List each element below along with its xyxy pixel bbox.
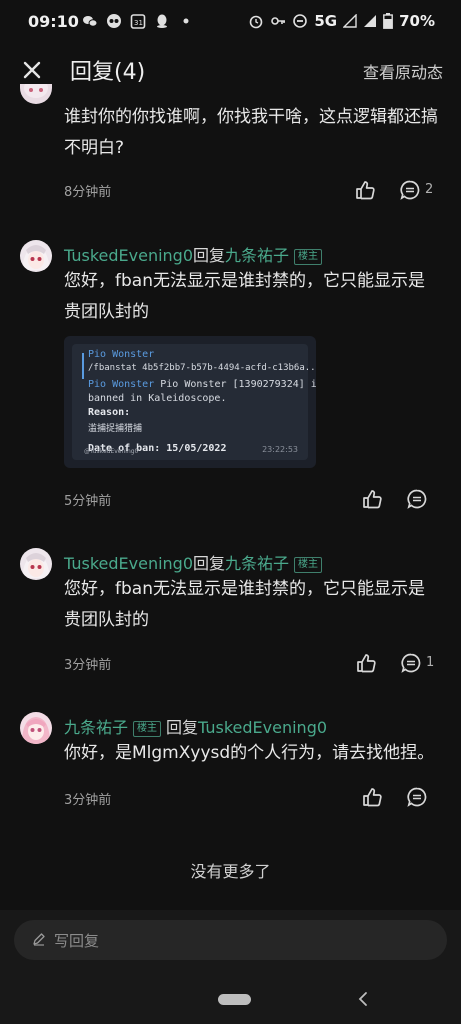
quote-bar (82, 353, 84, 379)
svg-text:31: 31 (134, 19, 143, 27)
comment-icon[interactable] (399, 179, 421, 201)
back-icon[interactable] (356, 990, 370, 1008)
avatar[interactable] (20, 712, 52, 744)
username-link[interactable]: 九条祐子 (64, 718, 128, 737)
status-bar: 09:10 31 5G 70% (0, 0, 461, 44)
calendar-icon: 31 (130, 14, 146, 29)
avatar[interactable] (20, 548, 52, 580)
reply-word: 回复 (193, 554, 226, 573)
image-message-bubble: Pio Wonster /fbanstat 4b5f2bb7-b57b-4494… (72, 344, 316, 460)
username-link[interactable]: TuskedEvening0 (64, 554, 193, 573)
alarm-icon (250, 15, 263, 29)
reply-header: 九条祐子 楼主 回复TuskedEvening0 (64, 714, 327, 738)
reply-content: 您好，fban无法显示是谁封禁的，它只能显示是贵团队封的 (64, 271, 425, 322)
view-original-link[interactable]: 查看原动态 (363, 59, 443, 83)
op-badge: 楼主 (294, 557, 323, 573)
notification-icons: 31 (82, 13, 194, 29)
no-more-text: 没有更多了 (190, 862, 271, 881)
target-username-link[interactable]: 九条祐子 (225, 554, 289, 573)
comment-icon[interactable] (400, 652, 422, 674)
wechat-icon (83, 16, 98, 27)
comment-icon[interactable] (406, 488, 428, 510)
image-command-text: /fbanstat 4b5f2bb7-b57b-4494-acfd-c13b6a… (88, 363, 316, 373)
bottom-panel: 写回复 (0, 910, 461, 1024)
image-watermark: @TuskedEvening0 (84, 448, 139, 455)
reply-word: 回复 (166, 718, 199, 737)
reply-time: 3分钟前 (64, 793, 112, 808)
image-timestamp: 23:22:53 (262, 445, 298, 454)
comment-count: 2 (425, 182, 434, 197)
reply-time: 5分钟前 (64, 494, 112, 509)
network-label: 5G (314, 12, 338, 30)
signal-icon (343, 14, 357, 28)
op-badge: 楼主 (133, 721, 162, 737)
reply-time: 8分钟前 (64, 185, 112, 200)
page-title: 回复(4) (70, 60, 146, 85)
app-header: 回复(4) 查看原动态 (0, 44, 461, 96)
dnd-icon (293, 14, 308, 28)
qq-icon (157, 14, 167, 28)
reply-content: 你好，是MlgmXyysd的个人行为，请去找他捏。 (64, 743, 435, 763)
key-icon (271, 17, 286, 25)
image-line2: banned in Kaleidoscope. (88, 393, 227, 404)
comment-count: 1 (426, 655, 435, 670)
status-time: 09:10 (28, 12, 79, 31)
reply-item: 九条祐子 楼主 回复TuskedEvening0 你好，是MlgmXyysd的个人行… (0, 712, 461, 832)
reply-input[interactable]: 写回复 (14, 920, 447, 960)
image-line1: Pio Wonster Pio Wonster [1390279324] is … (88, 379, 316, 390)
pen-icon (33, 933, 45, 946)
image-reason-value: 滥捕捉捕猎捕 (88, 424, 143, 434)
avatar[interactable] (20, 84, 52, 104)
thumb-up-icon[interactable] (355, 652, 377, 674)
reply-header: TuskedEvening0回复九条祐子 楼主 (64, 550, 327, 574)
reply-word: 回复 (193, 246, 226, 265)
home-gesture-pill[interactable] (218, 994, 251, 1005)
reply-content: 谁封你的你找谁啊，你找我干啥，这点逻辑都还搞不明白? (64, 107, 438, 158)
attached-image[interactable]: Pio Wonster /fbanstat 4b5f2bb7-b57b-4494… (64, 336, 316, 468)
reply-header: TuskedEvening0回复九条祐子 楼主 (64, 242, 327, 266)
reply-item: TuskedEvening0回复九条祐子 楼主 您好，fban无法显示是谁封禁的，… (0, 238, 461, 528)
op-badge: 楼主 (294, 249, 323, 265)
reply-item: TuskedEvening0回复九条祐子 楼主 您好，fban无法显示是谁封禁的，… (0, 546, 461, 686)
reply-content: 您好，fban无法显示是谁封禁的，它只能显示是贵团队封的 (64, 579, 425, 630)
thumb-up-icon[interactable] (361, 786, 383, 808)
target-username-link[interactable]: 九条祐子 (225, 246, 289, 265)
dot-icon (183, 18, 189, 24)
thumb-up-icon[interactable] (354, 179, 376, 201)
battery-icon (383, 13, 393, 29)
image-header-text: Pio Wonster (88, 349, 155, 360)
image-reason-label: Reason: (88, 407, 131, 418)
reply-item: 谁封你的你找谁啊，你找我干啥，这点逻辑都还搞不明白? 8分钟前 2 (0, 84, 461, 216)
avatar[interactable] (20, 240, 52, 272)
thumb-up-icon[interactable] (361, 488, 383, 510)
image-line1-text: Pio Wonster [1390279324] is currently (160, 379, 316, 390)
reply-placeholder: 写回复 (54, 932, 100, 950)
reply-time: 3分钟前 (64, 658, 112, 673)
username-link[interactable]: TuskedEvening0 (64, 246, 193, 265)
signal-icon-2 (364, 15, 377, 27)
target-username-link[interactable]: TuskedEvening0 (198, 718, 327, 737)
gamepad-icon (107, 14, 121, 28)
status-right: 5G 70% (248, 12, 435, 30)
image-user-name: Pio Wonster (88, 379, 155, 390)
battery-label: 70% (399, 12, 435, 30)
close-icon[interactable] (18, 56, 46, 84)
comment-icon[interactable] (406, 786, 428, 808)
